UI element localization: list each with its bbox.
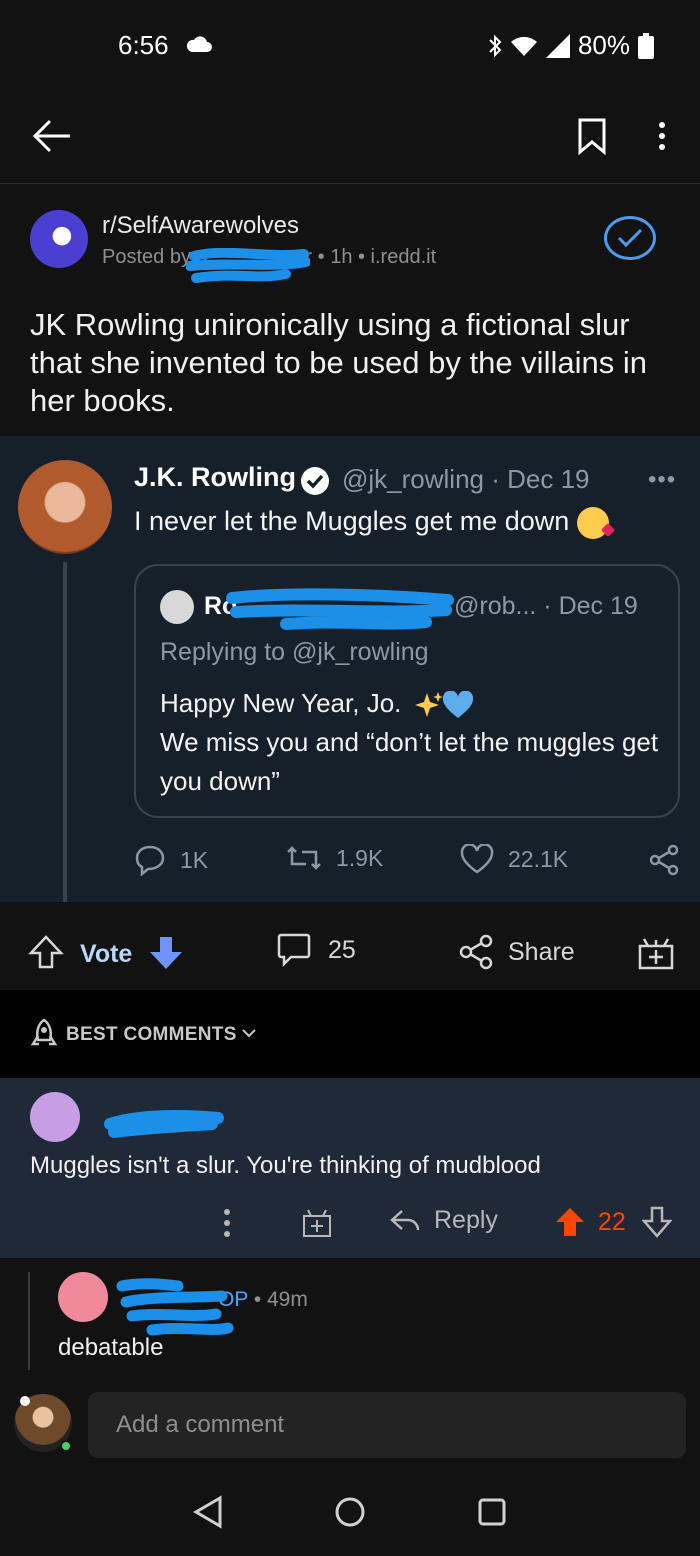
tweet-like-count: 22.1K — [460, 844, 568, 874]
bluetooth-icon — [489, 34, 502, 57]
thread-line — [28, 1272, 30, 1370]
blue-heart-emoji-icon — [442, 691, 473, 719]
tweet-replies-value: 1K — [180, 846, 209, 873]
commenter-avatar[interactable] — [58, 1272, 108, 1322]
status-icons: 80% — [488, 30, 654, 61]
cloud-icon — [186, 36, 212, 52]
subreddit-name[interactable]: r/SelfAwarewolves — [102, 212, 299, 240]
reply-bubble-icon — [135, 845, 165, 876]
status-bar: 6:56 80% — [0, 0, 700, 92]
quote-handle-date: @rob... · Dec 19 — [454, 592, 638, 620]
tweet-share — [648, 844, 680, 876]
status-time: 6:56 — [118, 30, 169, 60]
tweet-share-icon — [649, 844, 679, 876]
quote-avatar — [160, 590, 194, 624]
battery-percent: 80% — [577, 30, 630, 60]
downvote-icon[interactable] — [642, 1206, 672, 1238]
sparkles-emoji-icon — [414, 692, 443, 718]
tweet-text: I never let the Muggles get me down — [134, 506, 610, 539]
retweet-icon — [287, 846, 321, 870]
signal-icon — [545, 33, 570, 58]
tweet-handle-date: @jk_rowling · Dec 19 — [342, 464, 590, 494]
comment-time: • 49m — [253, 1288, 308, 1311]
joined-button[interactable] — [604, 216, 656, 260]
verified-badge-icon — [301, 467, 329, 495]
like-heart-icon — [460, 844, 494, 874]
tweet-text-content: I never let the Muggles get me down — [134, 506, 570, 536]
quote-line-2: We miss you and “don’t let the muggles g… — [160, 727, 659, 796]
upvote-icon[interactable] — [28, 934, 64, 970]
comments-button[interactable]: 25 — [276, 932, 356, 968]
post-image-tweet[interactable]: J.K. Rowling @jk_rowling · Dec 19 ••• I … — [0, 436, 700, 902]
award-gift-icon[interactable] — [638, 936, 674, 970]
back-arrow-icon — [32, 119, 70, 153]
post-action-bar: Vote 25 Share — [0, 902, 700, 990]
rocket-icon — [30, 1018, 58, 1046]
reply-label: Reply — [434, 1206, 498, 1234]
back-button[interactable] — [28, 112, 76, 160]
tweet-actions: 1K 1.9K 22.1K — [134, 844, 684, 880]
redaction-scribble — [116, 1278, 234, 1336]
battery-icon — [638, 32, 654, 59]
award-gift-icon[interactable] — [302, 1208, 332, 1238]
nav-home-icon[interactable] — [334, 1494, 366, 1530]
comment-composer — [0, 1382, 700, 1472]
chevron-down-icon — [242, 1029, 256, 1038]
quote-line-1: Happy New Year, Jo. — [160, 688, 402, 718]
quoted-tweet: Ro @rob... · Dec 19 Replying to @jk_rowl… — [134, 564, 680, 818]
tweet-retweet-count: 1.9K — [286, 844, 383, 872]
comment-bubble-icon — [277, 933, 311, 968]
tweet-author: J.K. Rowling — [134, 462, 296, 492]
notification-dot — [20, 1396, 30, 1406]
comment-sort-bar[interactable]: BEST COMMENTS — [0, 990, 700, 1078]
sort-label: BEST COMMENTS — [66, 1024, 237, 1045]
share-label: Share — [508, 937, 575, 966]
comment-text: Muggles isn't a slur. You're thinking of… — [30, 1152, 541, 1179]
nav-recents-icon[interactable] — [476, 1494, 508, 1530]
reply-arrow-icon — [390, 1209, 420, 1230]
redaction-scribble — [104, 1110, 224, 1138]
online-status-dot — [60, 1440, 72, 1452]
post-time-domain: • 1h • i.redd.it — [317, 246, 437, 268]
bookmark-button[interactable] — [572, 112, 612, 160]
post-title[interactable]: JK Rowling unironically using a fictiona… — [30, 306, 670, 420]
app-bar — [0, 92, 700, 184]
share-icon — [459, 934, 493, 970]
add-comment-input[interactable] — [88, 1392, 686, 1458]
commenter-avatar[interactable] — [30, 1092, 80, 1142]
redaction-scribble — [186, 248, 310, 283]
redaction-scribble — [226, 588, 454, 630]
tweet-likes-value: 22.1K — [508, 845, 569, 872]
comment-text: debatable — [58, 1334, 164, 1361]
subreddit-avatar[interactable] — [30, 210, 88, 268]
system-nav-bar — [0, 1472, 700, 1556]
overflow-menu-icon — [659, 122, 665, 150]
comment-reply[interactable]: OP • 49m debatable — [0, 1258, 700, 1382]
share-button[interactable]: Share — [458, 934, 575, 970]
overflow-menu-button[interactable] — [644, 112, 680, 160]
tweet-retweets-value: 1.9K — [336, 844, 384, 871]
comment-actions: Reply 22 — [0, 1202, 700, 1248]
upvote-icon[interactable] — [554, 1206, 586, 1238]
wifi-icon — [510, 36, 537, 56]
kiss-emoji-icon — [577, 506, 610, 539]
quote-text: Happy New Year, Jo. We miss you and “don… — [160, 684, 670, 801]
quote-replying-to: Replying to @jk_rowling — [160, 638, 429, 666]
reply-button[interactable]: Reply — [390, 1206, 498, 1235]
tweet-author-avatar — [18, 460, 112, 554]
more-options-icon[interactable] — [222, 1208, 232, 1238]
downvote-icon[interactable] — [148, 934, 184, 972]
tweet-more-icon: ••• — [648, 466, 677, 493]
nav-back-icon[interactable] — [192, 1494, 224, 1530]
comment-count: 25 — [328, 935, 356, 964]
tweet-reply-count: 1K — [134, 844, 208, 876]
thread-line — [63, 562, 67, 902]
comment[interactable]: m Muggles isn't a slur. You're thinking … — [0, 1078, 700, 1258]
checkmark-icon — [617, 228, 643, 248]
bookmark-icon — [578, 118, 606, 155]
comment-score: 22 — [598, 1208, 626, 1236]
post-header: r/SelfAwarewolves Posted by u mer • 1h • … — [0, 200, 700, 300]
vote-label: Vote — [80, 940, 133, 968]
